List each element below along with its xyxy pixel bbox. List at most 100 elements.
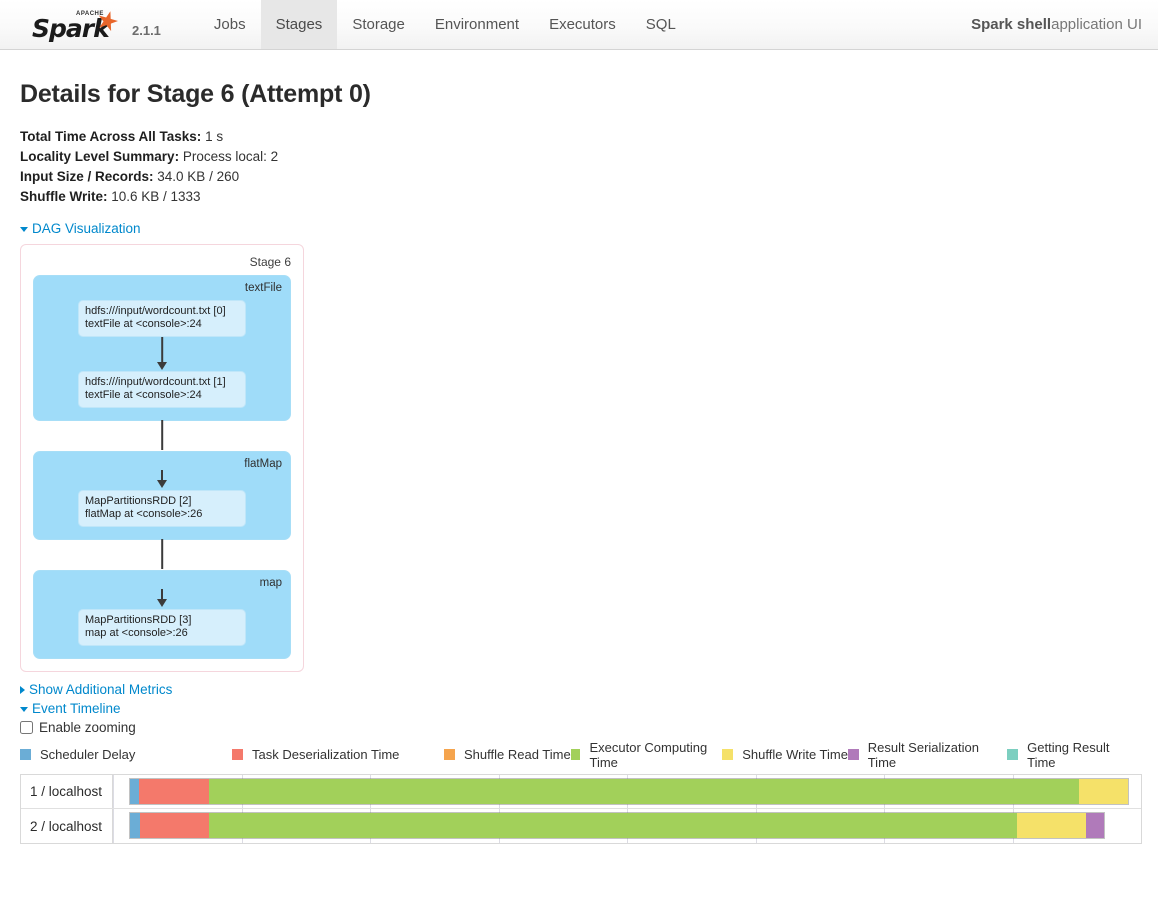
nav-item-storage[interactable]: Storage — [337, 0, 420, 49]
legend-label: Getting Result Time — [1027, 739, 1110, 770]
dag-node-line2: textFile at <console>:24 — [85, 389, 202, 401]
legend-item-task-deserialization-time: Task Deserialization Time — [232, 747, 444, 762]
page-content: Details for Stage 6 (Attempt 0) Total Ti… — [0, 80, 1158, 844]
timeline-row-label: 2 / localhost — [21, 809, 113, 843]
application-name: Spark shell application UI — [971, 0, 1158, 49]
legend-label: Result Serialization Time — [867, 739, 979, 770]
timeline-segment — [1017, 813, 1087, 838]
dag-visualization-panel: Stage 6 textFile hdfs:///input/wordcount… — [20, 244, 304, 672]
dag-node-line1: hdfs:///input/wordcount.txt [1] — [85, 376, 226, 388]
timeline-segment — [1078, 779, 1128, 804]
enable-zooming-row: Enable zooming — [20, 720, 1138, 735]
dag-node-line1: MapPartitionsRDD [3] — [85, 614, 192, 626]
legend-swatch-icon — [847, 749, 859, 760]
spark-version-label: 2.1.1 — [132, 23, 161, 38]
summary-value: Process local: 2 — [179, 149, 279, 164]
spark-logo-link[interactable]: APACHE Spark ★ 2.1.1 — [0, 0, 169, 49]
legend-label: Task Deserialization Time — [252, 747, 400, 762]
summary-row-locality: Locality Level Summary: Process local: 2 — [20, 147, 1138, 167]
timeline-segment — [209, 779, 1079, 804]
timeline-task-bar[interactable] — [129, 812, 1105, 839]
caret-right-icon — [20, 686, 25, 695]
show-additional-metrics-toggle[interactable]: Show Additional Metrics — [20, 682, 1138, 697]
nav-item-executors[interactable]: Executors — [534, 0, 631, 49]
legend-swatch-icon — [20, 749, 31, 760]
stage-summary: Total Time Across All Tasks: 1 s Localit… — [20, 127, 1138, 207]
summary-value: 1 s — [201, 129, 224, 144]
event-timeline-toggle[interactable]: Event Timeline — [20, 701, 1138, 716]
timeline-segment — [130, 779, 140, 804]
top-navbar: APACHE Spark ★ 2.1.1 Jobs Stages Storage… — [0, 0, 1158, 50]
enable-zooming-checkbox[interactable] — [20, 721, 33, 734]
legend-swatch-icon — [570, 749, 581, 760]
legend-swatch-icon — [444, 749, 455, 760]
dag-visualization-toggle[interactable]: DAG Visualization — [20, 221, 1138, 236]
legend-label: Shuffle Write Time — [742, 747, 848, 762]
legend-item-shuffle-read-time: Shuffle Read Time — [444, 747, 571, 762]
dag-node-rdd-3[interactable]: MapPartitionsRDD [3] map at <console>:26 — [78, 609, 246, 646]
dag-node-rdd-1[interactable]: hdfs:///input/wordcount.txt [1] textFile… — [78, 371, 246, 408]
legend-item-result-serialization-time: Result Serialization Time — [847, 740, 1007, 770]
timeline-segment — [139, 779, 210, 804]
timeline-segment — [1086, 813, 1104, 838]
summary-label: Input Size / Records: — [20, 169, 154, 184]
event-timeline-chart[interactable]: 1 / localhost 2 / localhost — [20, 774, 1142, 844]
nav-item-environment[interactable]: Environment — [420, 0, 534, 49]
nav-item-stages[interactable]: Stages — [260, 0, 338, 49]
legend-label: Shuffle Read Time — [464, 747, 571, 762]
legend-label: Executor Computing Time — [589, 739, 708, 770]
nav-item-jobs[interactable]: Jobs — [199, 0, 261, 49]
caret-down-icon — [20, 706, 28, 712]
legend-swatch-icon — [1007, 749, 1019, 760]
summary-label: Shuffle Write: — [20, 189, 108, 204]
event-timeline-section: Show Additional Metrics Event Timeline E… — [20, 682, 1142, 844]
caret-down-icon — [20, 226, 28, 232]
spark-logo: APACHE Spark ★ — [32, 2, 124, 42]
dag-cluster-label: flatMap — [244, 458, 282, 470]
timeline-segment — [209, 813, 1018, 838]
timeline-row-track[interactable] — [113, 809, 1141, 843]
dag-cluster-textfile: textFile hdfs:///input/wordcount.txt [0]… — [33, 275, 291, 450]
nav-item-sql[interactable]: SQL — [631, 0, 691, 49]
summary-row-shuffle-write: Shuffle Write: 10.6 KB / 1333 — [20, 187, 1138, 207]
legend-swatch-icon — [232, 749, 243, 760]
summary-row-total-time: Total Time Across All Tasks: 1 s — [20, 127, 1138, 147]
application-name-suffix: application UI — [1051, 16, 1142, 33]
dag-node-line2: flatMap at <console>:26 — [85, 508, 203, 520]
star-icon: ★ — [92, 2, 124, 38]
legend-label: Scheduler Delay — [40, 747, 136, 762]
legend-item-executor-computing-time: Executor Computing Time — [570, 740, 723, 770]
enable-zooming-label: Enable zooming — [39, 720, 136, 735]
event-timeline-label: Event Timeline — [32, 701, 121, 716]
timeline-row[interactable]: 1 / localhost — [21, 775, 1141, 809]
dag-arrow-icon — [42, 470, 282, 490]
timeline-legend: Scheduler Delay Task Deserialization Tim… — [20, 740, 1138, 770]
dag-arrow-icon — [161, 539, 163, 569]
show-additional-metrics-label: Show Additional Metrics — [29, 682, 173, 697]
timeline-row-track[interactable] — [113, 775, 1141, 808]
summary-value: 34.0 KB / 260 — [153, 169, 240, 184]
summary-label: Locality Level Summary: — [20, 149, 180, 164]
dag-arrow-icon — [42, 589, 282, 609]
dag-node-rdd-0[interactable]: hdfs:///input/wordcount.txt [0] textFile… — [78, 300, 246, 337]
dag-node-rdd-2[interactable]: MapPartitionsRDD [2] flatMap at <console… — [78, 490, 246, 527]
timeline-row-label: 1 / localhost — [21, 775, 113, 808]
dag-cluster-label: textFile — [244, 282, 282, 294]
legend-item-scheduler-delay: Scheduler Delay — [20, 747, 232, 762]
dag-arrow-icon — [161, 420, 163, 450]
dag-node-line2: map at <console>:26 — [85, 627, 188, 639]
dag-node-line1: hdfs:///input/wordcount.txt [0] — [85, 305, 226, 317]
summary-row-input-size: Input Size / Records: 34.0 KB / 260 — [20, 167, 1138, 187]
timeline-row[interactable]: 2 / localhost — [21, 809, 1141, 843]
timeline-task-bar[interactable] — [129, 778, 1129, 805]
legend-swatch-icon — [722, 749, 734, 760]
primary-nav: Jobs Stages Storage Environment Executor… — [199, 0, 691, 49]
dag-node-line2: textFile at <console>:24 — [85, 318, 202, 330]
dag-arrow-icon — [42, 337, 282, 371]
page-title: Details for Stage 6 (Attempt 0) — [20, 80, 371, 108]
legend-item-shuffle-write-time: Shuffle Write Time — [722, 747, 848, 762]
timeline-segment — [140, 813, 210, 838]
dag-node-line1: MapPartitionsRDD [2] — [85, 495, 192, 507]
summary-value: 10.6 KB / 1333 — [107, 189, 201, 204]
dag-cluster-flatmap: flatMap MapPartitionsRDD [2] flatMap at … — [33, 451, 291, 569]
